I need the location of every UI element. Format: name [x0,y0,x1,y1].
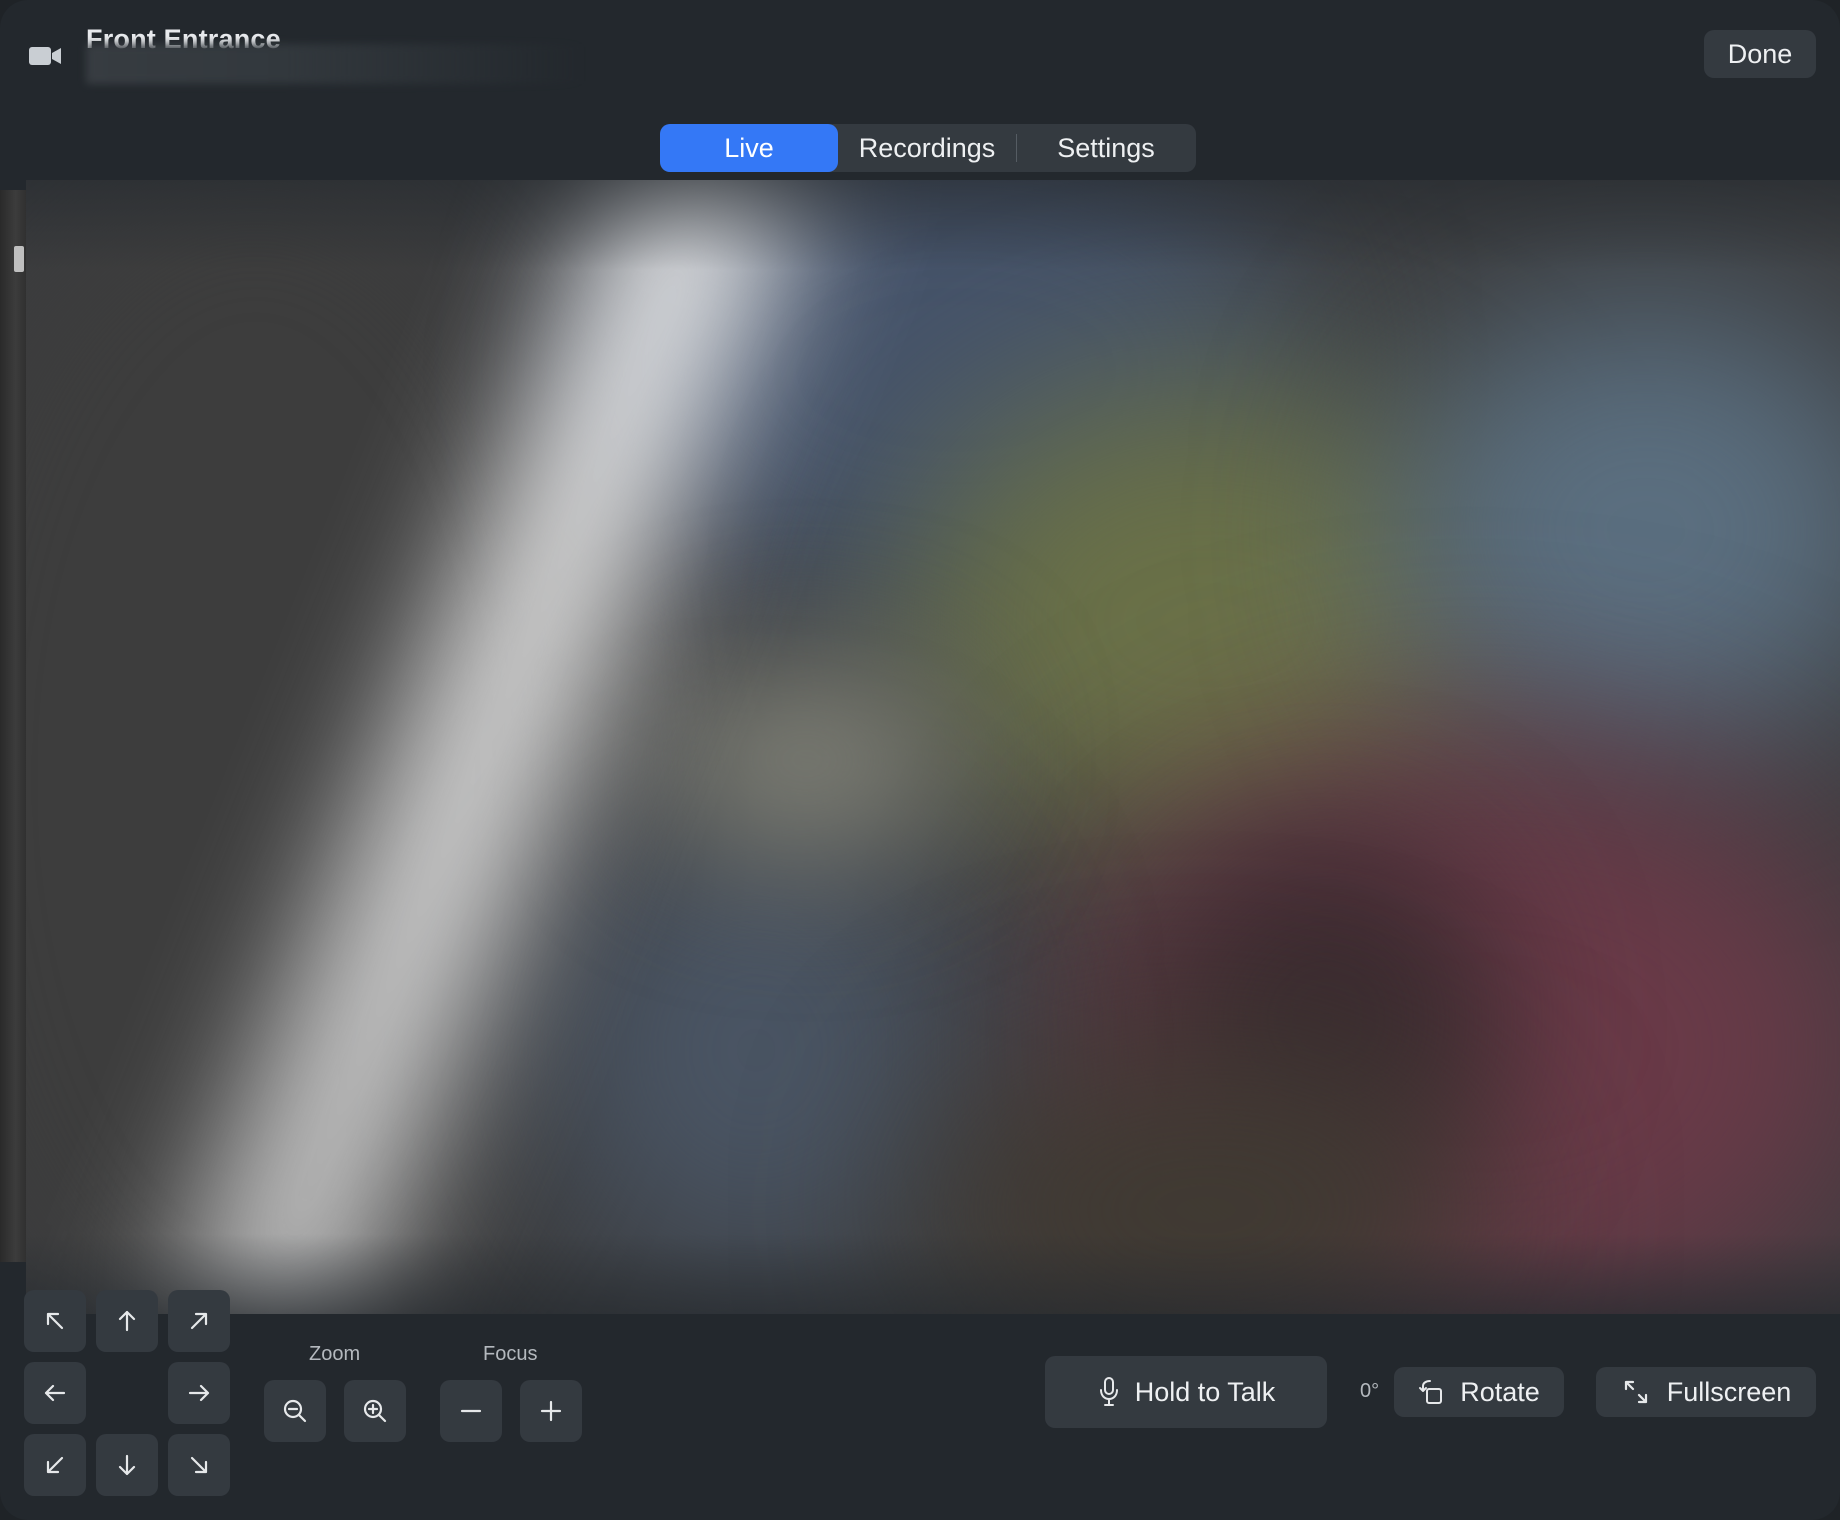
arrow-right-icon [188,1384,210,1402]
pan-down-right-button[interactable] [168,1434,230,1496]
camera-window: Front Entrance Done Live Recordings Sett… [0,0,1840,1520]
video-blob-slate [546,820,966,1280]
expand-arrows-icon [1624,1380,1647,1404]
pan-up-button[interactable] [96,1290,158,1352]
pan-down-left-button[interactable] [24,1434,86,1496]
pan-up-left-button[interactable] [24,1290,86,1352]
tab-settings[interactable]: Settings [1017,124,1195,172]
live-video-feed[interactable] [26,180,1840,1314]
arrow-up-icon [118,1310,136,1332]
rotation-value: 0° [1360,1380,1380,1402]
focus-plus-button[interactable] [520,1380,582,1442]
tab-recordings[interactable]: Recordings [838,124,1016,172]
video-blob-gray [646,660,966,860]
arrow-down-right-icon [190,1456,208,1474]
video-top-fade [26,180,1840,270]
zoom-label: Zoom [309,1343,361,1365]
rotate-label: Rotate [1460,1376,1540,1407]
pan-right-button[interactable] [168,1362,230,1424]
redacted-subtitle [86,44,586,84]
zoom-in-button[interactable] [344,1380,406,1442]
hold-to-talk-button[interactable]: Hold to Talk [1045,1356,1327,1428]
arrow-down-left-icon [46,1456,64,1474]
arrow-left-icon [44,1384,66,1402]
microphone-icon [1099,1377,1118,1406]
fullscreen-label: Fullscreen [1666,1376,1792,1407]
video-camera-icon [29,47,61,65]
arrow-up-left-icon [46,1312,64,1330]
focus-label: Focus [483,1343,538,1365]
magnifier-minus-icon [283,1399,307,1423]
done-button[interactable]: Done [1704,30,1816,78]
arrow-up-right-icon [190,1312,208,1330]
focus-minus-button[interactable] [440,1380,502,1442]
rotate-icon [1419,1380,1443,1404]
background-window-edge [0,190,26,1262]
zoom-out-button[interactable] [264,1380,326,1442]
arrow-down-icon [118,1454,136,1476]
tab-live[interactable]: Live [660,124,838,172]
minus-icon [460,1409,482,1413]
pan-up-right-button[interactable] [168,1290,230,1352]
pan-left-button[interactable] [24,1362,86,1424]
view-tabs: Live Recordings Settings [660,124,1196,172]
rotate-button[interactable]: Rotate [1394,1367,1564,1417]
plus-icon [540,1400,562,1422]
magnifier-plus-icon [363,1399,387,1423]
pan-down-button[interactable] [96,1434,158,1496]
fullscreen-button[interactable]: Fullscreen [1596,1367,1816,1417]
video-bottom-fade [26,1234,1840,1314]
background-window-mark [14,246,24,272]
hold-to-talk-label: Hold to Talk [1134,1376,1276,1407]
